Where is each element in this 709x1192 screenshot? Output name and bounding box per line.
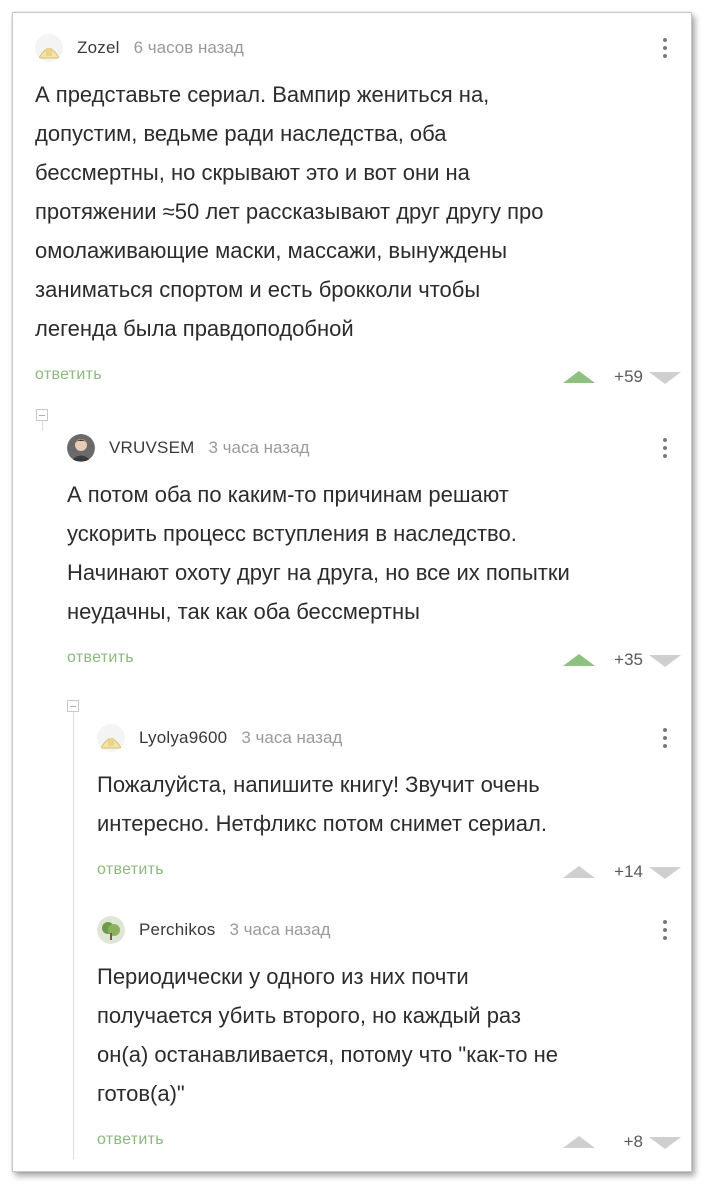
comment-footer: ответить +8 [97,1127,681,1157]
triangle-up-icon[interactable] [563,1136,595,1148]
timestamp: 3 часа назад [241,728,343,747]
comment-text-line: легенда была правдоподобной [35,316,354,341]
rating: +59 [614,367,643,386]
username[interactable]: Zozel [77,38,120,58]
reply-button[interactable]: ответить [35,366,102,384]
comment-header: Lyolya9600 3 часа назад [97,723,675,753]
comment-text-line: неудачны, так как оба бессмертны [67,599,420,624]
comment-header: VRUVSEM 3 часа назад [67,433,675,463]
triangle-down-icon[interactable] [649,372,681,384]
username[interactable]: Perchikos [139,920,215,940]
avatar[interactable] [35,34,63,62]
triangle-down-icon[interactable] [649,867,681,879]
username[interactable]: VRUVSEM [109,438,194,458]
avatar[interactable] [97,916,125,944]
rating: +14 [614,862,643,881]
thread-line [73,719,74,1159]
comment-text-line: готов(а)" [97,1081,185,1106]
timestamp: 3 часа назад [229,920,331,939]
user-avatar-icon [67,434,95,462]
username[interactable]: Lyolya9600 [139,728,227,748]
comment-text-line: бессмертны, но скрывают это и вот они на [35,160,470,185]
comment: VRUVSEM 3 часа назад А потом оба по каки… [67,433,681,675]
comment-text-line: омолаживающие маски, массажи, вынуждены [35,238,508,263]
comment-text-line: А потом оба по каким-то причинам решают [67,482,509,507]
triangle-down-icon[interactable] [649,1137,681,1149]
reply-button[interactable]: ответить [97,861,164,879]
reply-button[interactable]: ответить [67,649,134,667]
comment-footer: ответить +59 [35,362,681,392]
comment-text-line: получается убить второго, но каждый раз [97,1003,522,1028]
comment-footer: ответить +35 [67,645,681,675]
comment: Perchikos 3 часа назад Периодически у од… [97,915,681,1157]
more-vertical-icon[interactable] [655,35,675,61]
collapse-thread-icon[interactable] [36,409,48,421]
avatar[interactable] [67,434,95,462]
more-vertical-icon[interactable] [655,725,675,751]
comment-footer: ответить +14 [97,857,681,887]
rating: +8 [623,1132,643,1151]
comment-text-line: заниматься спортом и есть брокколи чтобы [35,277,481,302]
comment: Zozel 6 часов назад А представьте сериал… [35,33,681,392]
comment-text-line: допустим, ведьме ради наследства, оба [35,121,447,146]
comment-text: А потом оба по каким-то причинам решают … [67,475,675,631]
triangle-up-icon[interactable] [563,654,595,666]
avatar[interactable] [97,724,125,752]
comment-text-line: протяжении ≈50 лет рассказывают друг дру… [35,199,544,224]
user-avatar-icon [97,724,125,752]
comment-text: Пожалуйста, напишите книгу! Звучит очень… [97,765,675,843]
comment-text-line: интересно. Нетфликс потом снимет сериал. [97,811,547,836]
comments-panel: Zozel 6 часов назад А представьте сериал… [12,12,692,1172]
user-avatar-icon [35,34,63,62]
timestamp: 3 часа назад [208,438,310,457]
comment: Lyolya9600 3 часа назад Пожалуйста, напи… [97,723,681,887]
comment-text-line: ускорить процесс вступления в наследство… [67,521,517,546]
user-avatar-icon [97,916,125,944]
rating: +35 [614,650,643,669]
comment-text-line: Пожалуйста, напишите книгу! Звучит очень [97,772,540,797]
collapse-thread-icon[interactable] [67,700,79,712]
comment-text: Периодически у одного из них почти получ… [97,957,675,1113]
more-vertical-icon[interactable] [655,917,675,943]
triangle-up-icon[interactable] [563,866,595,878]
reply-button[interactable]: ответить [97,1131,164,1149]
more-vertical-icon[interactable] [655,435,675,461]
triangle-up-icon[interactable] [563,371,595,383]
triangle-down-icon[interactable] [649,655,681,667]
comment-header: Zozel 6 часов назад [35,33,675,63]
comment-text-line: Периодически у одного из них почти [97,964,469,989]
comment-text-line: Начинают охоту друг на друга, но все их … [67,560,570,585]
comment-header: Perchikos 3 часа назад [97,915,675,945]
timestamp: 6 часов назад [133,38,244,57]
comment-text-line: А представьте сериал. Вампир жениться на… [35,82,490,107]
comment-text-line: он(а) останавливается, потому что "как-т… [97,1042,559,1067]
comment-text: А представьте сериал. Вампир жениться на… [35,75,675,348]
